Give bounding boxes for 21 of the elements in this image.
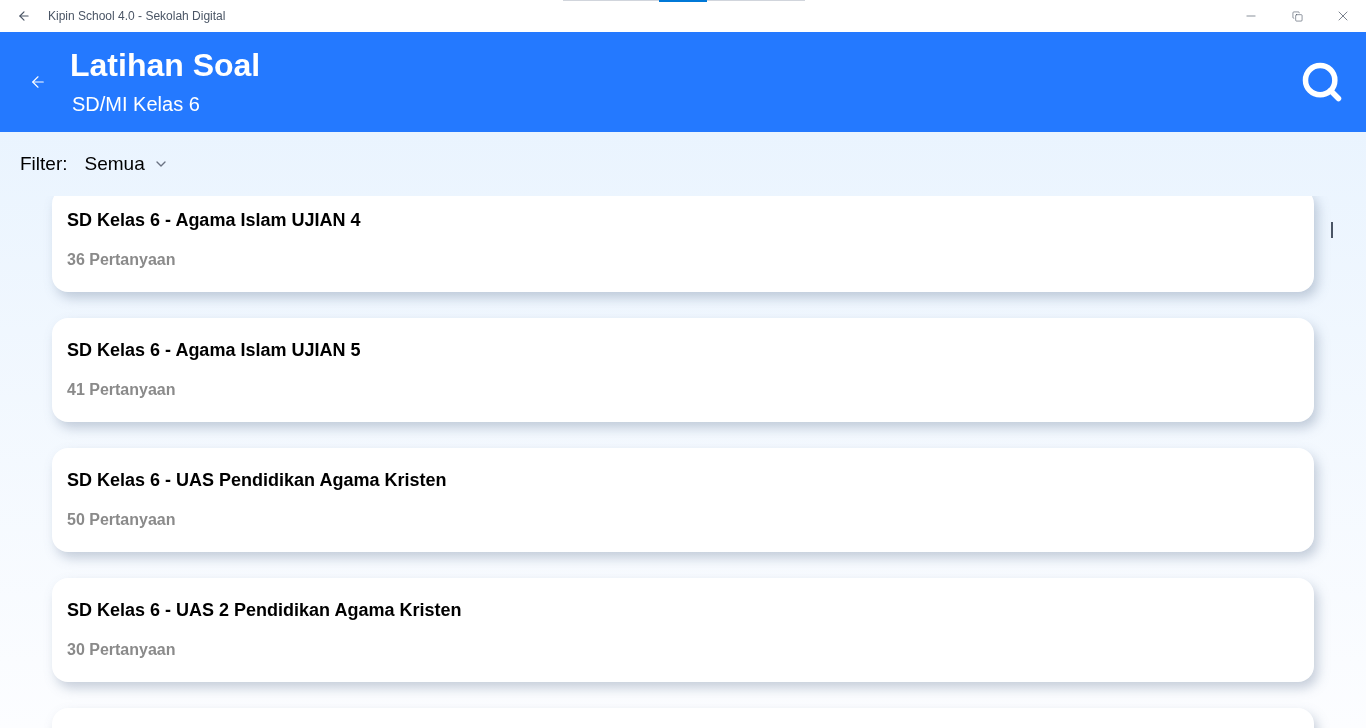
page-title: Latihan Soal: [70, 46, 261, 85]
quiz-card[interactable]: SD Kelas 6 - Agama Islam UJIAN 4 36 Pertanyaan: [52, 196, 1314, 292]
window-title: Kipin School 4.0 - Sekolah Digital: [48, 8, 226, 24]
quiz-title: SD Kelas 6 - Agama Islam UJIAN 4: [67, 209, 362, 232]
quiz-title: SD Kelas 6 - UAS Pendidikan Agama Kristen: [67, 469, 448, 492]
quiz-card[interactable]: SD Kelas 6 - Agama Islam UJIAN 5 41 Pertanyaan: [52, 318, 1314, 422]
restore-icon: [1291, 10, 1303, 22]
search-icon: [1300, 60, 1344, 104]
page-subtitle: SD/MI Kelas 6: [72, 92, 201, 117]
question-count: 30 Pertanyaan: [67, 640, 177, 660]
search-button[interactable]: [1300, 60, 1344, 104]
question-count: 50 Pertanyaan: [67, 510, 177, 530]
quiz-title: SD Kelas 6 - UAS 2 Pendidikan Agama Kristen: [67, 599, 463, 622]
filter-dropdown[interactable]: Semua: [84, 149, 169, 179]
question-count: 36 Pertanyaan: [67, 250, 177, 270]
scrollbar-thumb[interactable]: [1331, 222, 1333, 238]
quiz-card[interactable]: SD Kelas 6 - UAS Pendidikan Agama Kristen 50 Pertanyaan: [52, 448, 1314, 552]
quiz-title: SD Kelas 6 - Agama Islam UJIAN 5: [67, 339, 362, 362]
quiz-card[interactable]: SD Kelas 6 - UAS 2 Pendidikan Agama Kristen 30 Pertanyaan: [52, 578, 1314, 682]
filter-label: Filter:: [20, 151, 68, 176]
question-count: 41 Pertanyaan: [67, 380, 177, 400]
